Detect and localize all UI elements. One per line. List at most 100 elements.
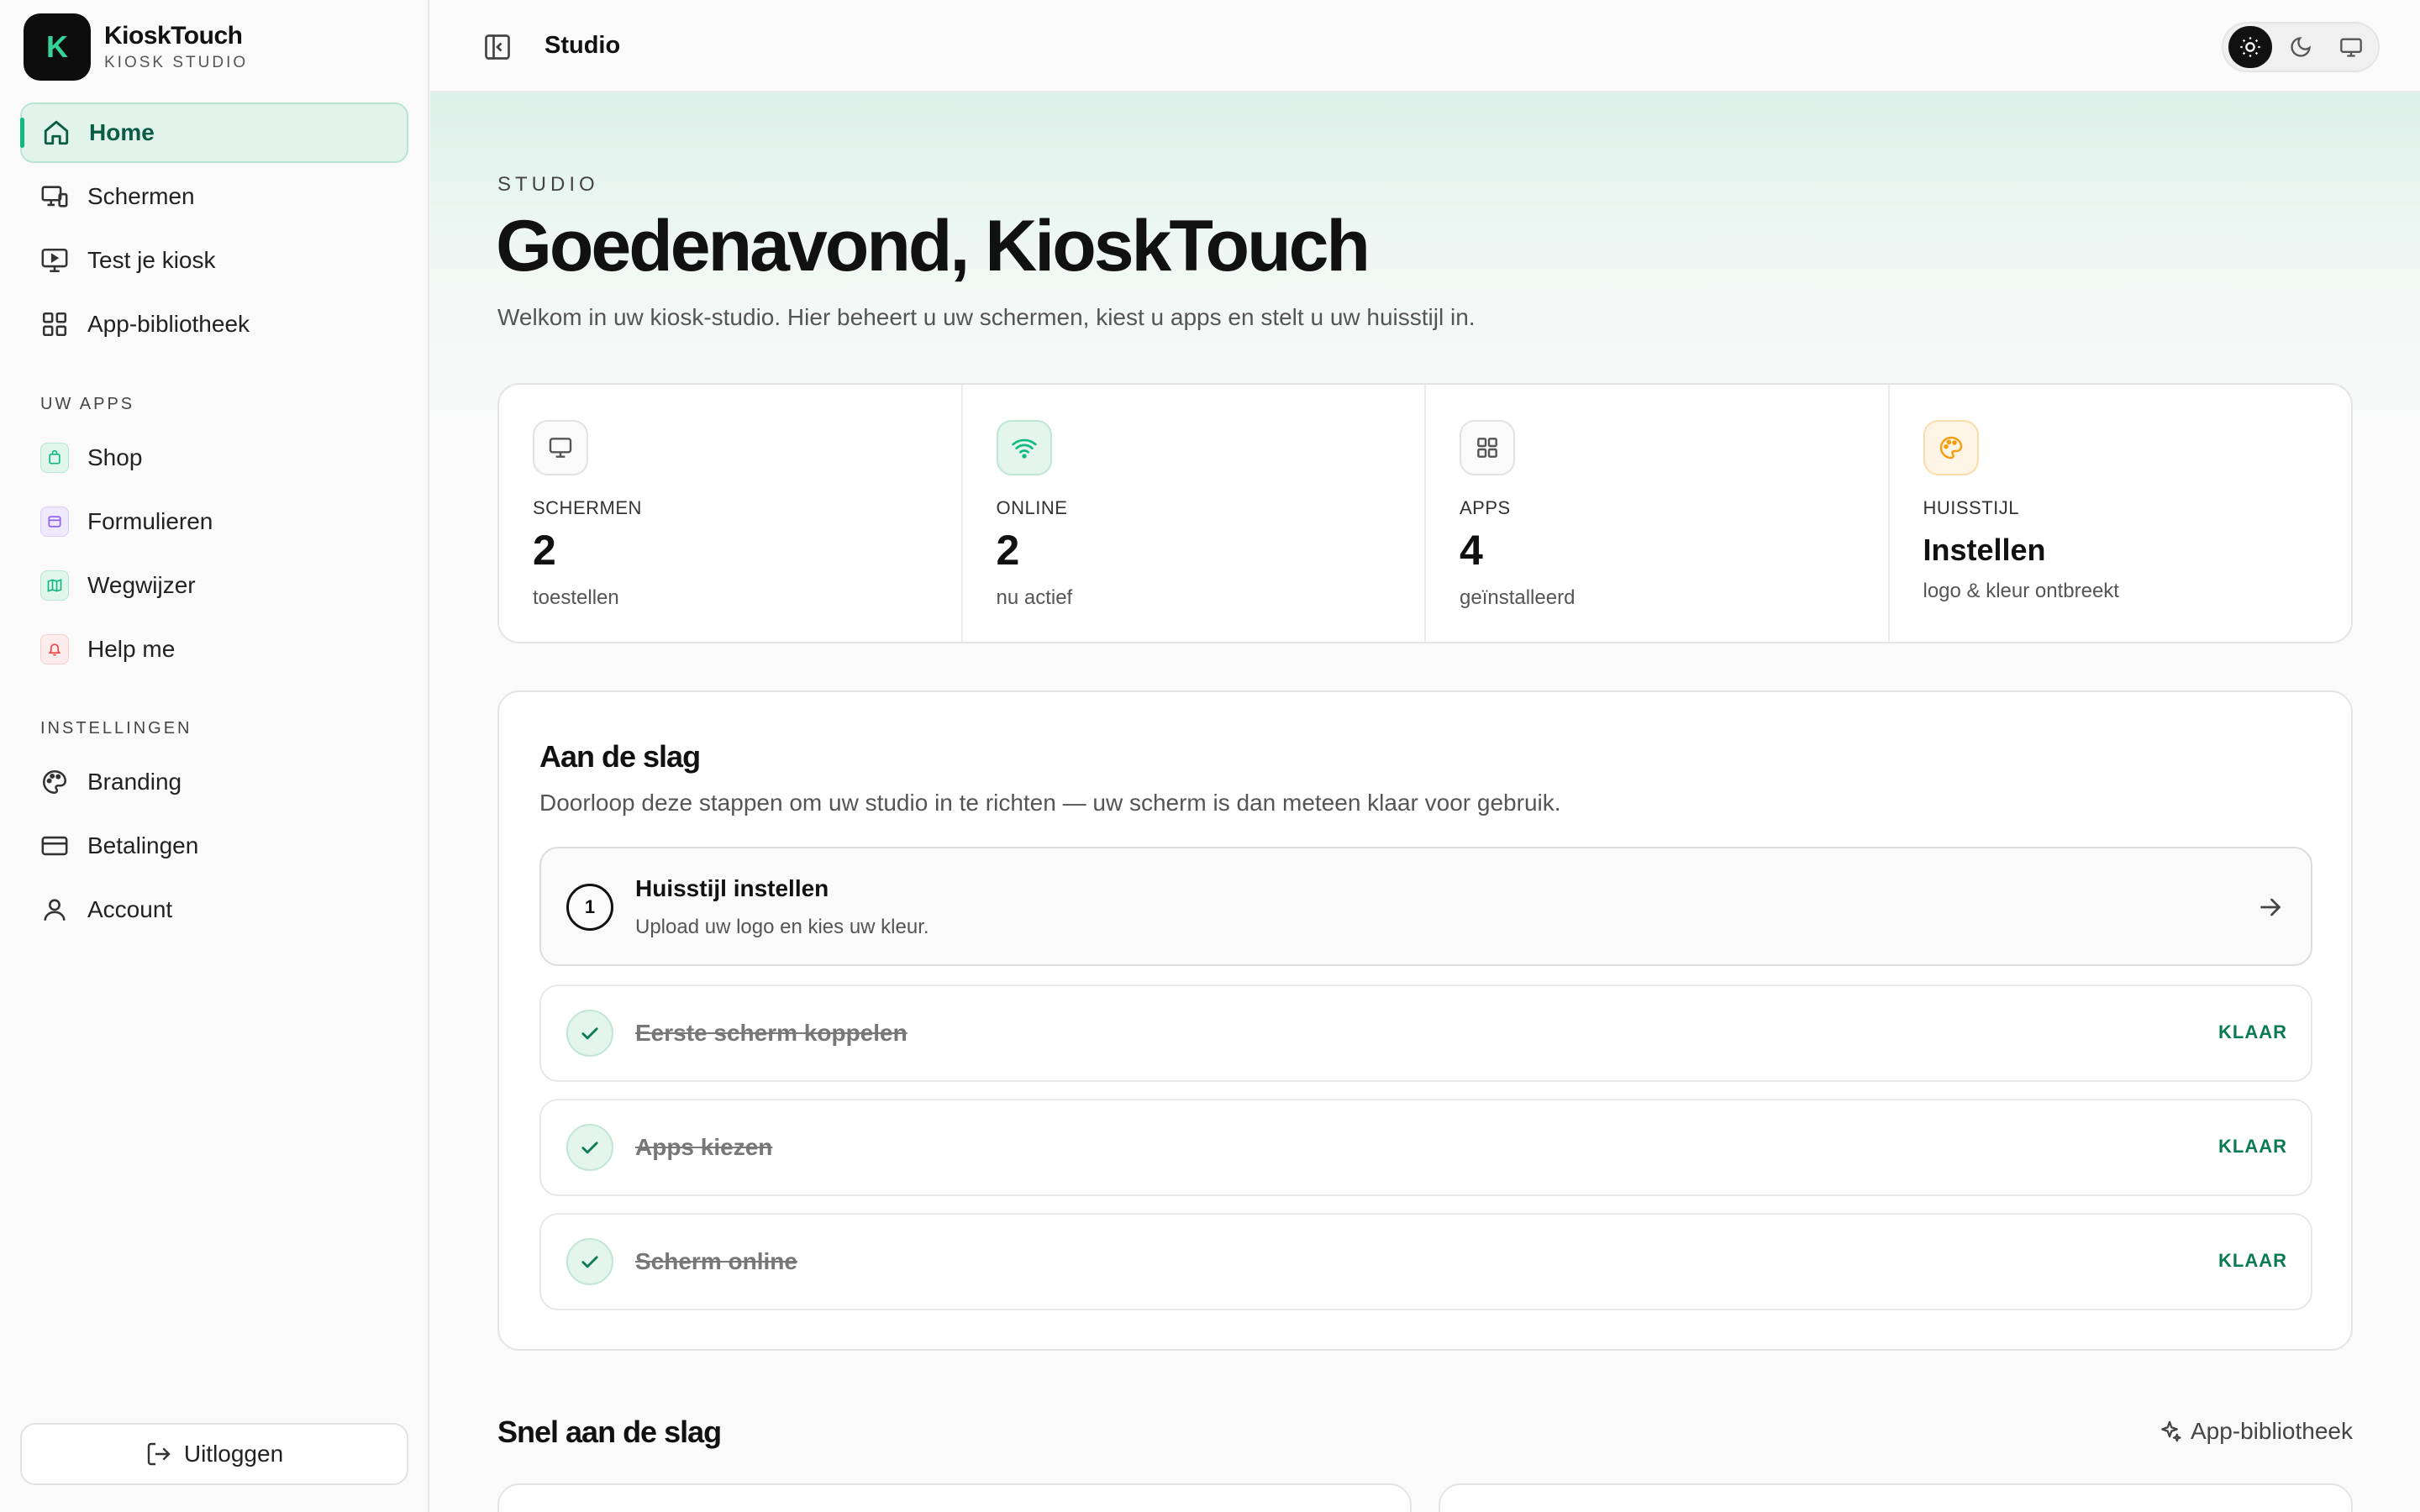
stat-value: 2	[533, 527, 556, 574]
home-icon	[42, 118, 71, 147]
topbar: Studio	[430, 0, 2420, 92]
status-badge: KLAAR	[2218, 1250, 2287, 1271]
sidebar-toggle-icon[interactable]	[482, 32, 513, 62]
palette-icon	[40, 768, 69, 796]
sidebar-item-help-me[interactable]: Help me	[20, 619, 408, 680]
step-scherm-online[interactable]: Scherm online KLAAR	[539, 1213, 2312, 1310]
sidebar-item-label: Branding	[87, 769, 182, 795]
theme-system-button[interactable]	[2329, 26, 2373, 68]
sidebar-item-label: Schermen	[87, 183, 195, 209]
stat-value: Instellen	[1923, 533, 2046, 567]
map-icon	[40, 570, 69, 601]
sidebar-item-label: Formulieren	[87, 508, 213, 534]
step-subtitle: Upload uw logo en kies uw kleur.	[635, 916, 929, 938]
quick-start-title: Snel aan de slag	[497, 1415, 722, 1449]
arrow-right-icon	[2260, 898, 2281, 916]
welcome-text: Welkom in uw kiosk-studio. Hier beheert …	[497, 304, 1476, 330]
wifi-icon	[996, 420, 1052, 475]
app-library-link-label: App-bibliotheek	[2190, 1418, 2353, 1444]
sidebar-item-test-kiosk[interactable]: Test je kiosk	[20, 230, 408, 291]
sidebar-item-label: Wegwijzer	[87, 572, 196, 598]
card-description: Doorloop deze stappen om uw studio in te…	[539, 790, 1561, 816]
sidebar-item-label: Betalingen	[87, 832, 199, 858]
monitor-icon	[533, 420, 588, 475]
sidebar-item-branding[interactable]: Branding	[20, 752, 408, 812]
greeting-heading: Goedenavond, KioskTouch	[496, 206, 1370, 286]
sidebar: K KioskTouch KIOSK STUDIO Home Schermen …	[0, 0, 429, 1512]
settings-nav: Branding Betalingen Account	[20, 752, 408, 943]
sidebar-item-shop[interactable]: Shop	[20, 428, 408, 488]
step-title: Apps kiezen	[635, 1134, 773, 1160]
logout-button[interactable]: Uitloggen	[20, 1423, 408, 1485]
check-icon	[566, 1238, 613, 1285]
stat-online[interactable]: ONLINE 2 nu actief	[963, 385, 1426, 642]
sidebar-item-betalingen[interactable]: Betalingen	[20, 816, 408, 876]
sparkles-icon	[2161, 1420, 2181, 1442]
grid-icon	[40, 310, 69, 339]
sidebar-item-label: Test je kiosk	[87, 247, 216, 273]
sidebar-item-home[interactable]: Home	[20, 102, 408, 163]
stat-value: 4	[1460, 527, 1483, 574]
step-apps-kiezen[interactable]: Apps kiezen KLAAR	[539, 1099, 2312, 1196]
quick-start-card[interactable]	[1439, 1483, 2353, 1512]
check-icon	[566, 1010, 613, 1057]
stat-schermen[interactable]: SCHERMEN 2 toestellen	[499, 385, 963, 642]
credit-card-icon	[40, 832, 69, 860]
form-icon	[40, 507, 69, 537]
step-eerste-scherm-koppelen[interactable]: Eerste scherm koppelen KLAAR	[539, 984, 2312, 1082]
quick-start-card[interactable]	[497, 1483, 1412, 1512]
palette-icon	[1923, 420, 1979, 475]
step-number: 1	[566, 884, 613, 931]
monitor-icon	[2340, 38, 2362, 57]
devices-icon	[40, 182, 69, 211]
step-title: Eerste scherm koppelen	[635, 1020, 908, 1046]
section-label-instellingen: INSTELLINGEN	[40, 719, 192, 738]
step-huisstijl-instellen[interactable]: 1 Huisstijl instellen Upload uw logo en …	[539, 847, 2312, 966]
sidebar-item-label: Shop	[87, 444, 143, 470]
sidebar-item-formulieren[interactable]: Formulieren	[20, 491, 408, 552]
shop-icon	[40, 443, 69, 473]
bell-icon	[40, 634, 69, 664]
sun-icon	[2240, 37, 2260, 57]
main-nav: Home Schermen Test je kiosk App-biblioth…	[20, 102, 408, 358]
sidebar-item-app-bibliotheek[interactable]: App-bibliotheek	[20, 294, 408, 354]
stat-sub: nu actief	[996, 586, 1073, 609]
stat-value: 2	[996, 527, 1020, 574]
sidebar-item-schermen[interactable]: Schermen	[20, 166, 408, 227]
brand[interactable]: K KioskTouch KIOSK STUDIO	[24, 13, 248, 81]
user-icon	[40, 895, 69, 924]
sidebar-item-label: Home	[89, 119, 155, 145]
theme-toggle[interactable]	[2222, 22, 2380, 72]
apps-nav: Shop Formulieren Wegwijzer Help me	[20, 428, 408, 683]
logout-label: Uitloggen	[183, 1441, 284, 1467]
stat-label: SCHERMEN	[533, 497, 642, 518]
step-title: Huisstijl instellen	[635, 875, 829, 901]
monitor-play-icon	[40, 246, 69, 275]
stat-sub: toestellen	[533, 586, 619, 609]
brand-logo: K	[24, 13, 91, 81]
status-badge: KLAAR	[2218, 1136, 2287, 1157]
theme-light-button[interactable]	[2228, 26, 2272, 68]
sidebar-item-account[interactable]: Account	[20, 879, 408, 940]
stat-huisstijl[interactable]: HUISSTIJL Instellen logo & kleur ontbree…	[1890, 385, 2352, 642]
card-title: Aan de slag	[539, 739, 701, 774]
stat-label: APPS	[1460, 497, 1511, 518]
stat-label: HUISSTIJL	[1923, 497, 2020, 518]
sidebar-item-wegwijzer[interactable]: Wegwijzer	[20, 555, 408, 616]
stats-panel: SCHERMEN 2 toestellen ONLINE 2 nu actief…	[497, 383, 2353, 643]
step-title: Scherm online	[635, 1248, 797, 1274]
sidebar-item-label: Help me	[87, 636, 176, 662]
sidebar-item-label: App-bibliotheek	[87, 311, 250, 337]
page-title: Studio	[544, 32, 621, 59]
brand-subtitle: KIOSK STUDIO	[104, 54, 249, 71]
sidebar-item-label: Account	[87, 896, 173, 922]
section-label-apps: UW APPS	[40, 395, 135, 413]
brand-name: KioskTouch	[104, 22, 243, 50]
stat-apps[interactable]: APPS 4 geïnstalleerd	[1426, 385, 1890, 642]
getting-started-card: Aan de slag Doorloop deze stappen om uw …	[497, 690, 2353, 1351]
theme-dark-button[interactable]	[2279, 26, 2323, 68]
stat-sub: geïnstalleerd	[1460, 586, 1576, 609]
app-library-link[interactable]: App-bibliotheek	[2157, 1418, 2353, 1445]
grid-icon	[1460, 420, 1515, 475]
check-icon	[566, 1124, 613, 1171]
